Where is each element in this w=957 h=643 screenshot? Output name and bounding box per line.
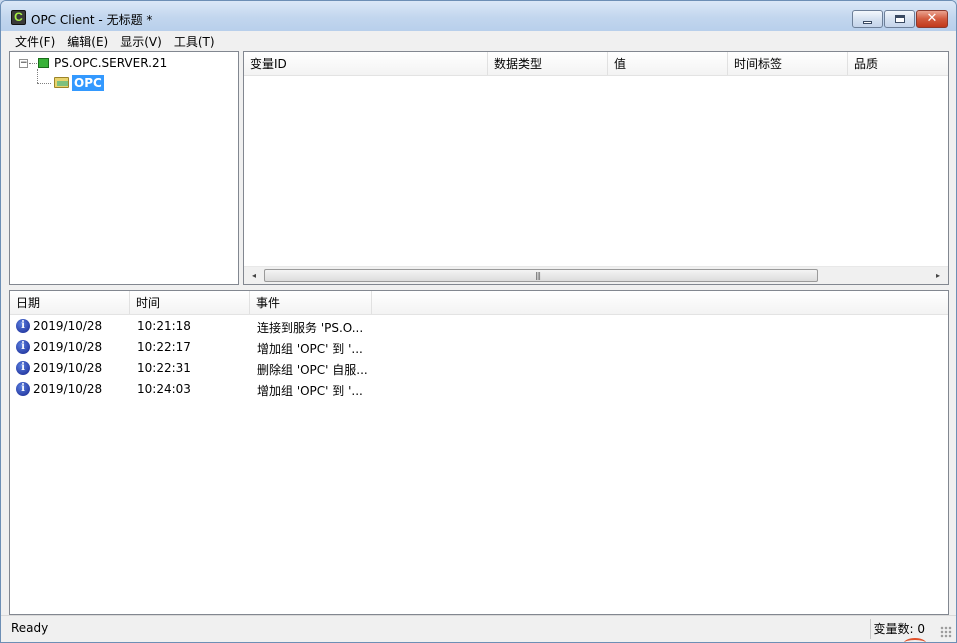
log-date: 2019/10/28 [33, 361, 103, 375]
column-header-variable-id[interactable]: 变量ID [244, 52, 488, 75]
log-date: 2019/10/28 [33, 340, 103, 354]
log-event: 删除组 'OPC' 自服... [257, 363, 368, 377]
log-time: 10:22:17 [137, 340, 191, 354]
server-icon [38, 58, 49, 68]
menu-bar: 文件(F) 编辑(E) 显示(V) 工具(T) [1, 31, 956, 50]
column-header-date[interactable]: 日期 [10, 291, 130, 314]
scrollbar-thumb[interactable]: ||| [264, 269, 818, 282]
maximize-icon [895, 15, 905, 23]
log-time: 10:22:31 [137, 361, 191, 375]
column-header-value[interactable]: 值 [608, 52, 728, 75]
column-header-quality[interactable]: 品质 [848, 52, 948, 75]
close-button[interactable]: ✕ [916, 10, 948, 28]
log-event: 增加组 'OPC' 到 '... [257, 342, 363, 356]
folder-icon [54, 77, 69, 88]
info-icon: i [16, 361, 30, 375]
event-log[interactable]: 日期 时间 事件 i 2019/10/28 10:21:18 连接到服务 'PS… [9, 290, 949, 615]
status-text: Ready [11, 621, 49, 635]
info-icon: i [16, 340, 30, 354]
menu-file[interactable]: 文件(F) [9, 31, 61, 50]
log-row[interactable]: i 2019/10/28 10:24:03 增加组 'OPC' 到 '... [10, 379, 948, 400]
opc-client-window: C OPC Client - 无标题 * ✕ 文件(F) 编辑(E) 显示(V)… [0, 0, 957, 643]
log-row[interactable]: i 2019/10/28 10:22:17 增加组 'OPC' 到 '... [10, 337, 948, 358]
window-controls: ✕ [851, 10, 948, 28]
column-header-event[interactable]: 事件 [250, 291, 372, 314]
menu-edit[interactable]: 编辑(E) [61, 31, 114, 50]
log-row[interactable]: i 2019/10/28 10:21:18 连接到服务 'PS.O... [10, 316, 948, 337]
log-event: 增加组 'OPC' 到 '... [257, 384, 363, 398]
menu-tools[interactable]: 工具(T) [168, 31, 221, 50]
variable-count: 变量数: 0 [873, 622, 926, 636]
app-icon[interactable]: C [11, 10, 26, 25]
variable-list[interactable]: 变量ID 数据类型 值 时间标签 品质 ◂ ||| ▸ [243, 51, 949, 285]
column-header-data-type[interactable]: 数据类型 [488, 52, 608, 75]
resize-grip-icon[interactable] [940, 626, 952, 638]
window-title: OPC Client - 无标题 * [31, 13, 153, 27]
server-tree[interactable]: − PS.OPC.SERVER.21 OPC [9, 51, 239, 285]
log-date: 2019/10/28 [33, 382, 103, 396]
grip-icon: ||| [535, 271, 541, 280]
log-date: 2019/10/28 [33, 319, 103, 333]
scroll-left-icon[interactable]: ◂ [246, 267, 262, 284]
cursor-mark [904, 638, 926, 642]
variable-list-header: 变量ID 数据类型 值 时间标签 品质 [244, 52, 948, 76]
info-icon: i [16, 382, 30, 396]
tree-item-server[interactable]: PS.OPC.SERVER.21 [54, 56, 167, 70]
log-time: 10:24:03 [137, 382, 191, 396]
minimize-button[interactable] [852, 10, 883, 28]
tree-connector [37, 83, 51, 84]
log-time: 10:21:18 [137, 319, 191, 333]
tree-item-group[interactable]: OPC [72, 75, 104, 91]
log-row[interactable]: i 2019/10/28 10:22:31 删除组 'OPC' 自服... [10, 358, 948, 379]
column-header-timestamp[interactable]: 时间标签 [728, 52, 848, 75]
column-header-time[interactable]: 时间 [130, 291, 250, 314]
log-event: 连接到服务 'PS.O... [257, 321, 364, 335]
menu-view[interactable]: 显示(V) [114, 31, 168, 50]
horizontal-scrollbar[interactable]: ◂ ||| ▸ [244, 266, 948, 284]
status-variable-count-panel: 变量数: 0 [869, 619, 929, 639]
maximize-button[interactable] [884, 10, 915, 28]
collapse-toggle-icon[interactable]: − [19, 59, 28, 68]
info-icon: i [16, 319, 30, 333]
tree-connector [29, 63, 37, 64]
minimize-icon [863, 21, 872, 24]
status-bar: Ready 变量数: 0 [1, 615, 956, 642]
title-bar[interactable]: C OPC Client - 无标题 * ✕ [1, 1, 956, 31]
tree-connector [37, 69, 38, 83]
event-log-header: 日期 时间 事件 [10, 291, 948, 315]
close-icon: ✕ [926, 11, 938, 26]
scroll-right-icon[interactable]: ▸ [930, 267, 946, 284]
